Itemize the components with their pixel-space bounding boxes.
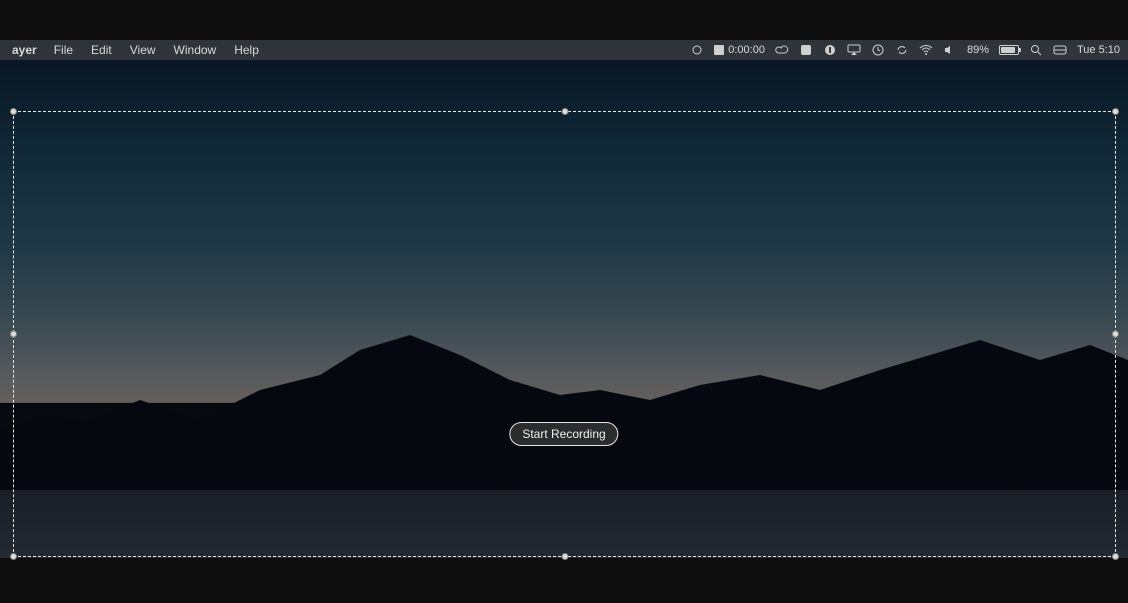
menu-edit[interactable]: Edit [82, 40, 121, 60]
menu-file[interactable]: File [45, 40, 82, 60]
menu-help[interactable]: Help [225, 40, 268, 60]
menubar-app-2-icon[interactable] [823, 43, 837, 57]
app-name[interactable]: ayer [4, 43, 45, 57]
resize-handle-s[interactable] [561, 553, 568, 560]
volume-icon[interactable] [943, 43, 957, 57]
stop-icon [714, 45, 724, 55]
time-machine-icon[interactable] [871, 43, 885, 57]
resize-handle-sw[interactable] [10, 553, 17, 560]
menu-window[interactable]: Window [165, 40, 226, 60]
resize-handle-ne[interactable] [1112, 108, 1119, 115]
resize-handle-se[interactable] [1112, 553, 1119, 560]
timer-value: 0:00:00 [728, 44, 765, 56]
battery-icon[interactable] [999, 45, 1019, 55]
battery-percentage[interactable]: 89% [967, 44, 989, 56]
menubar-clock[interactable]: Tue 5:10 [1077, 44, 1120, 56]
resize-handle-e[interactable] [1112, 331, 1119, 338]
menubar-app-1-icon[interactable] [799, 43, 813, 57]
macos-menubar: ayer File Edit View Window Help 0:00:00 [0, 40, 1128, 60]
screen-dim-overlay [0, 40, 1128, 558]
spotlight-icon[interactable] [1029, 43, 1043, 57]
wifi-icon[interactable] [919, 43, 933, 57]
menu-view[interactable]: View [121, 40, 165, 60]
resize-handle-n[interactable] [561, 108, 568, 115]
sync-icon[interactable] [895, 43, 909, 57]
resize-handle-w[interactable] [10, 331, 17, 338]
airplay-icon[interactable] [847, 43, 861, 57]
control-center-icon[interactable] [1053, 43, 1067, 57]
creative-cloud-icon[interactable] [775, 43, 789, 57]
resize-handle-nw[interactable] [10, 108, 17, 115]
weather-icon[interactable] [690, 43, 704, 57]
screen-recording-timer[interactable]: 0:00:00 [714, 44, 765, 56]
start-recording-button[interactable]: Start Recording [509, 422, 618, 446]
